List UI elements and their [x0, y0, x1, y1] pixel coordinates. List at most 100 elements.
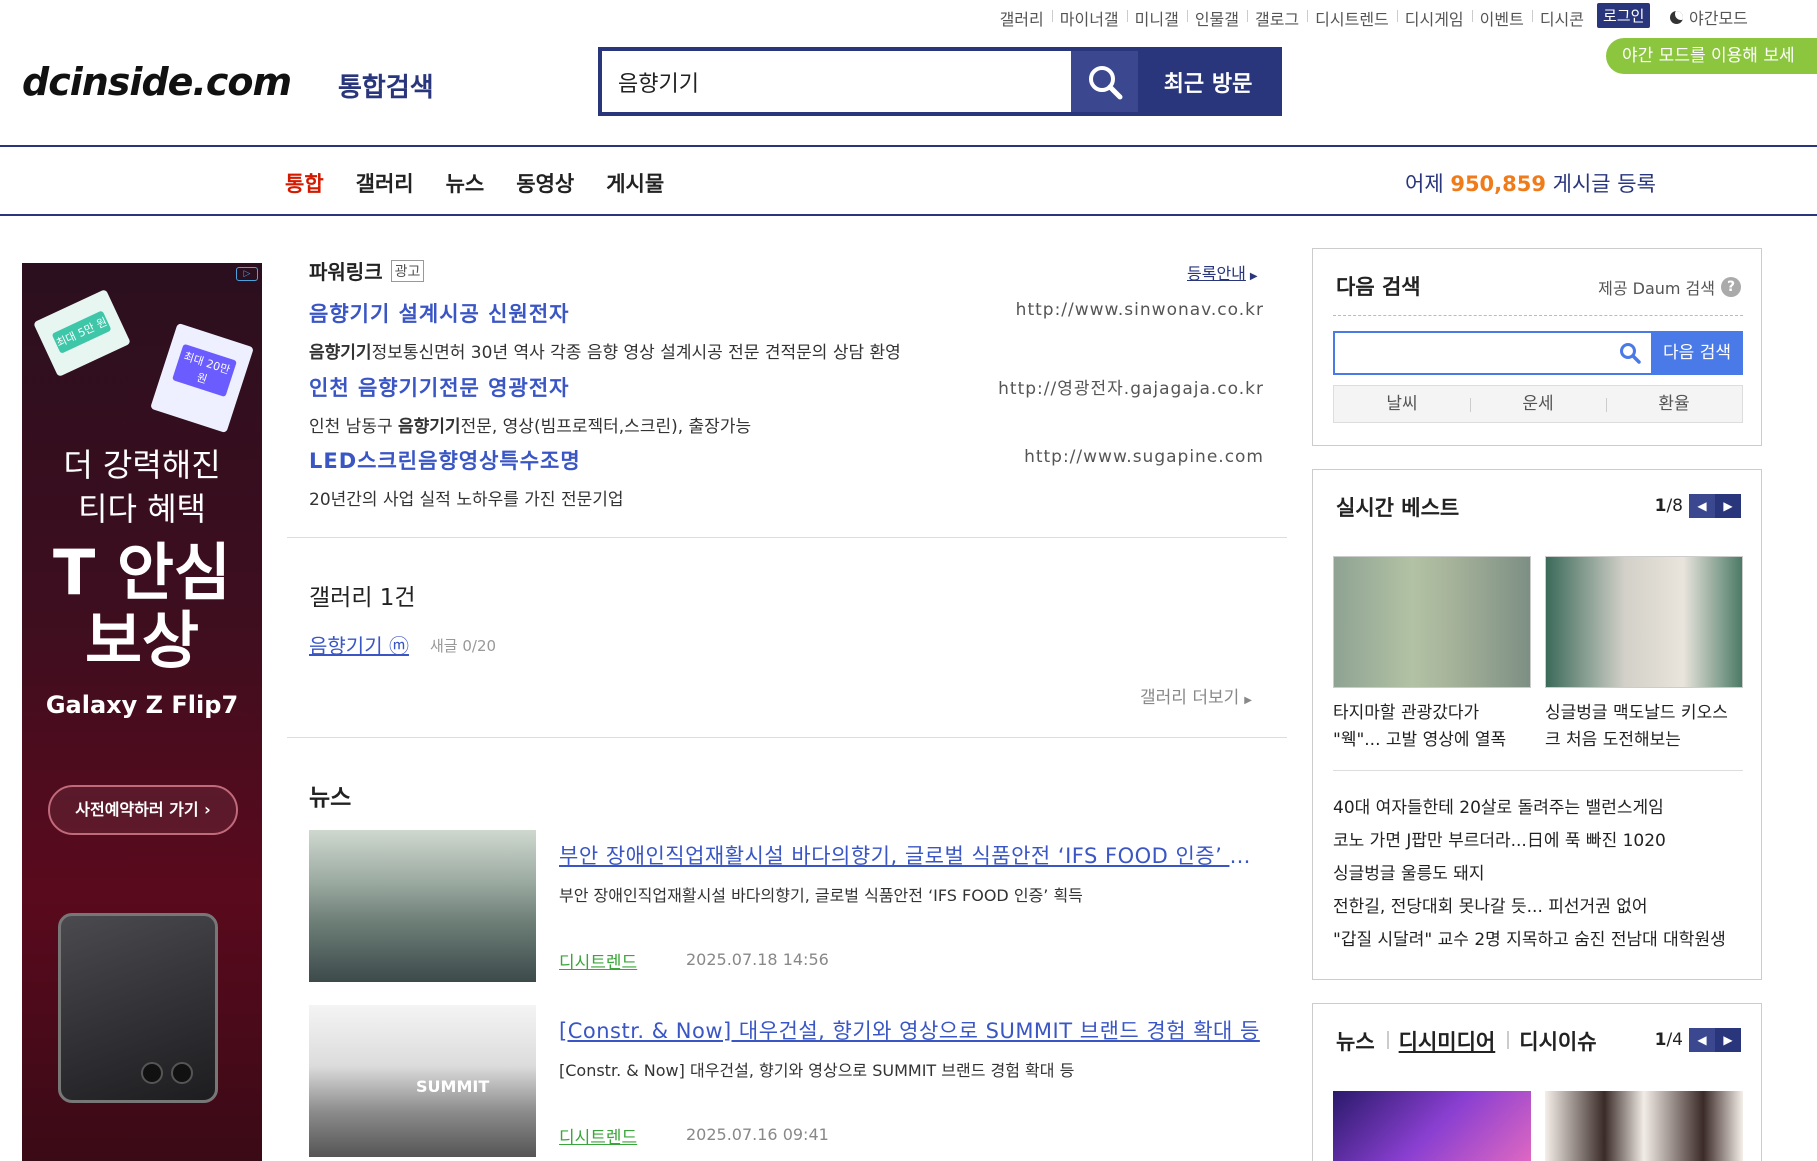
news-thumbnail[interactable]	[309, 830, 536, 982]
site-logo[interactable]: dcinside.com	[22, 60, 292, 104]
topnav-dccon[interactable]: 디시콘	[1531, 6, 1592, 30]
search-icon	[1088, 65, 1122, 99]
night-mode-toggle[interactable]: 야간모드	[1670, 5, 1748, 29]
news-source[interactable]: 디시트렌드	[559, 1123, 637, 1148]
night-mode-tooltip: 야간 모드를 이용해 보세	[1606, 38, 1817, 74]
dashed-divider	[1333, 315, 1743, 316]
camera-icon	[141, 1062, 163, 1084]
best-list: 40대 여자들한테 20살로 돌려주는 밸런스게임 코노 가면 J팝만 부르더라…	[1333, 792, 1743, 957]
powerlink-header: 파워링크 광고	[309, 256, 425, 285]
moon-icon	[1670, 10, 1683, 24]
list-item[interactable]: "갑질 시달려" 교수 2명 지목하고 숨진 전남대 대학원생	[1333, 924, 1743, 957]
news-thumbnail[interactable]: SUMMIT	[309, 1005, 536, 1157]
tab-news-box[interactable]: 뉴스	[1336, 1026, 1387, 1056]
next-page-icon[interactable]: ▶	[1715, 1028, 1741, 1052]
best-caption[interactable]: 타지마할 관광갔다가 "웩"... 고발 영상에 열폭	[1333, 700, 1531, 754]
powerlink-desc: 음향기기정보통신면허 30년 역사 각종 음향 영상 설계시공 전문 견적문의 …	[309, 343, 901, 363]
header-divider	[0, 145, 1817, 147]
gallery-result-link[interactable]: 음향기기 ⓜ	[309, 630, 409, 659]
quick-link-exchange[interactable]: 환율	[1606, 386, 1742, 422]
ad-coupon-card: 최대 5만 원	[33, 288, 131, 378]
best-caption[interactable]: 싱글벙글 맥도날드 키오스크 처음 도전해보는	[1545, 700, 1743, 754]
tab-dcissue[interactable]: 디시이슈	[1507, 1026, 1608, 1056]
prev-page-icon[interactable]: ◀	[1689, 1028, 1715, 1052]
powerlink-desc: 인천 남동구 음향기기전문, 영상(빔프로젝터,스크린), 출장가능	[309, 417, 752, 437]
news-date: 2025.07.16 09:41	[686, 1125, 829, 1144]
recent-visits-button[interactable]: 최근 방문	[1138, 51, 1278, 112]
ad-tag: 광고	[390, 259, 425, 282]
ad-cta-button[interactable]: 사전예약하러 가기 ›	[48, 785, 238, 835]
news-media-box: 뉴스 디시미디어 디시이슈 1/4 ◀ ▶	[1312, 1003, 1762, 1161]
daum-quick-links: 날씨 운세 환율	[1333, 385, 1743, 423]
topnav-event[interactable]: 이벤트	[1471, 6, 1532, 30]
topnav-minor-gallery[interactable]: 마이너갤	[1051, 6, 1127, 30]
ad-coupon-card: 최대 20만 원	[150, 322, 254, 434]
search-button[interactable]	[1071, 51, 1138, 112]
topnav-gallery[interactable]: 갤러리	[992, 6, 1052, 30]
left-advertisement[interactable]: ▷ 최대 5만 원 최대 20만 원 더 강력해진 티다 혜택 T 안심 보상 Ga…	[22, 263, 262, 1161]
news-section-title: 뉴스	[309, 785, 352, 811]
tab-news[interactable]: 뉴스	[446, 168, 485, 198]
daily-post-stats: 어제 950,859 게시글 등록	[1405, 172, 1656, 196]
list-item[interactable]: 40대 여자들한테 20살로 돌려주는 밸런스게임	[1333, 792, 1743, 825]
topnav-dcgame[interactable]: 디시게임	[1396, 6, 1472, 30]
daum-search-box: 다음 검색 제공 Daum 검색 ? 다음 검색 날씨 운세 환율	[1312, 248, 1762, 446]
topnav-person-gallery[interactable]: 인물갤	[1186, 6, 1247, 30]
ad-choices-icon[interactable]: ▷	[236, 267, 258, 281]
search-bar: 최근 방문	[598, 47, 1282, 116]
daum-search-button[interactable]: 다음 검색	[1651, 331, 1743, 375]
media-thumbnail[interactable]	[1333, 1091, 1531, 1161]
search-icon[interactable]	[1619, 342, 1641, 364]
tab-posts[interactable]: 게시물	[606, 168, 664, 198]
search-input[interactable]	[602, 51, 1071, 112]
powerlink-url[interactable]: http://www.sugapine.com	[1024, 447, 1264, 467]
next-page-icon[interactable]: ▶	[1715, 494, 1741, 518]
tab-video[interactable]: 동영상	[516, 168, 574, 198]
powerlink-desc: 20년간의 사업 실적 노하우를 가진 전문기업	[309, 490, 624, 510]
best-thumbnail[interactable]	[1333, 556, 1531, 688]
powerlink-register-link[interactable]: 등록안내	[1187, 260, 1258, 284]
search-tabs: 통합 갤러리 뉴스 동영상 게시물	[285, 168, 664, 198]
list-item[interactable]: 싱글벙글 울릉도 돼지	[1333, 858, 1743, 891]
list-item[interactable]: 전한길, 전당대회 못나갈 듯... 피선거권 없어	[1333, 891, 1743, 924]
section-divider	[287, 537, 1287, 538]
topnav-dctrend[interactable]: 디시트렌드	[1307, 6, 1397, 30]
ad-product-name: Galaxy Z Flip7	[45, 691, 239, 719]
quick-link-fortune[interactable]: 운세	[1470, 386, 1606, 422]
topnav-gallog[interactable]: 갤로그	[1246, 6, 1307, 30]
realtime-best-title: 실시간 베스트	[1336, 496, 1460, 520]
media-thumbnail[interactable]	[1545, 1091, 1743, 1161]
ad-phone-image	[58, 913, 218, 1103]
gallery-more-link[interactable]: 갤러리 더보기	[1140, 683, 1252, 708]
daum-search-title: 다음 검색	[1336, 275, 1421, 299]
news-box-tabs: 뉴스 디시미디어 디시이슈	[1336, 1026, 1609, 1056]
prev-page-icon[interactable]: ◀	[1689, 494, 1715, 518]
tab-dcmedia[interactable]: 디시미디어	[1386, 1026, 1508, 1056]
news-summary: 부안 장애인직업재활시설 바다의향기, 글로벌 식품안전 ‘IFS FOOD 인…	[559, 886, 1083, 905]
help-icon[interactable]: ?	[1721, 277, 1741, 297]
news-title[interactable]: 부안 장애인직업재활시설 바다의향기, 글로벌 식품안전 ‘IFS FOOD 인…	[559, 840, 1265, 870]
best-thumbnail[interactable]	[1545, 556, 1743, 688]
tab-gallery[interactable]: 갤러리	[356, 168, 414, 198]
news-summary: [Constr. & Now] 대우건설, 향기와 영상으로 SUMMIT 브랜…	[559, 1061, 1075, 1080]
daum-provider: 제공 Daum 검색 ?	[1598, 275, 1741, 299]
news-item: 부안 장애인직업재활시설 바다의향기, 글로벌 식품안전 ‘IFS FOOD 인…	[309, 830, 1266, 982]
logo-subtitle: 통합검색	[338, 73, 434, 103]
realtime-best-box: 실시간 베스트 1/8 ◀ ▶ 타지마할 관광갔다가 "웩"... 고발 영상에…	[1312, 469, 1762, 980]
topnav-mini-gallery[interactable]: 미니갤	[1126, 6, 1187, 30]
list-divider	[1333, 770, 1743, 771]
news-title[interactable]: [Constr. & Now] 대우건설, 향기와 영상으로 SUMMIT 브랜…	[559, 1015, 1265, 1045]
powerlink-url[interactable]: http://영광전자.gajagaja.co.kr	[998, 374, 1264, 399]
powerlink-item: LED스크린음향영상특수조명 http://www.sugapine.com 2…	[309, 445, 1264, 510]
news-box-pager: 1/4 ◀ ▶	[1655, 1028, 1741, 1052]
tab-all[interactable]: 통합	[285, 168, 324, 198]
quick-link-weather[interactable]: 날씨	[1334, 386, 1470, 422]
camera-icon	[171, 1062, 193, 1084]
daum-search-input[interactable]	[1333, 331, 1651, 375]
login-button[interactable]: 로그인	[1597, 3, 1651, 28]
list-item[interactable]: 코노 가면 J팝만 부르더라...日에 푹 빠진 1020	[1333, 825, 1743, 858]
top-utility-nav: 갤러리 마이너갤 미니갤 인물갤 갤로그 디시트렌드 디시게임 이벤트 디시콘	[992, 6, 1592, 30]
news-source[interactable]: 디시트렌드	[559, 948, 637, 973]
news-date: 2025.07.18 14:56	[686, 950, 829, 969]
powerlink-url[interactable]: http://www.sinwonav.co.kr	[1016, 300, 1264, 320]
